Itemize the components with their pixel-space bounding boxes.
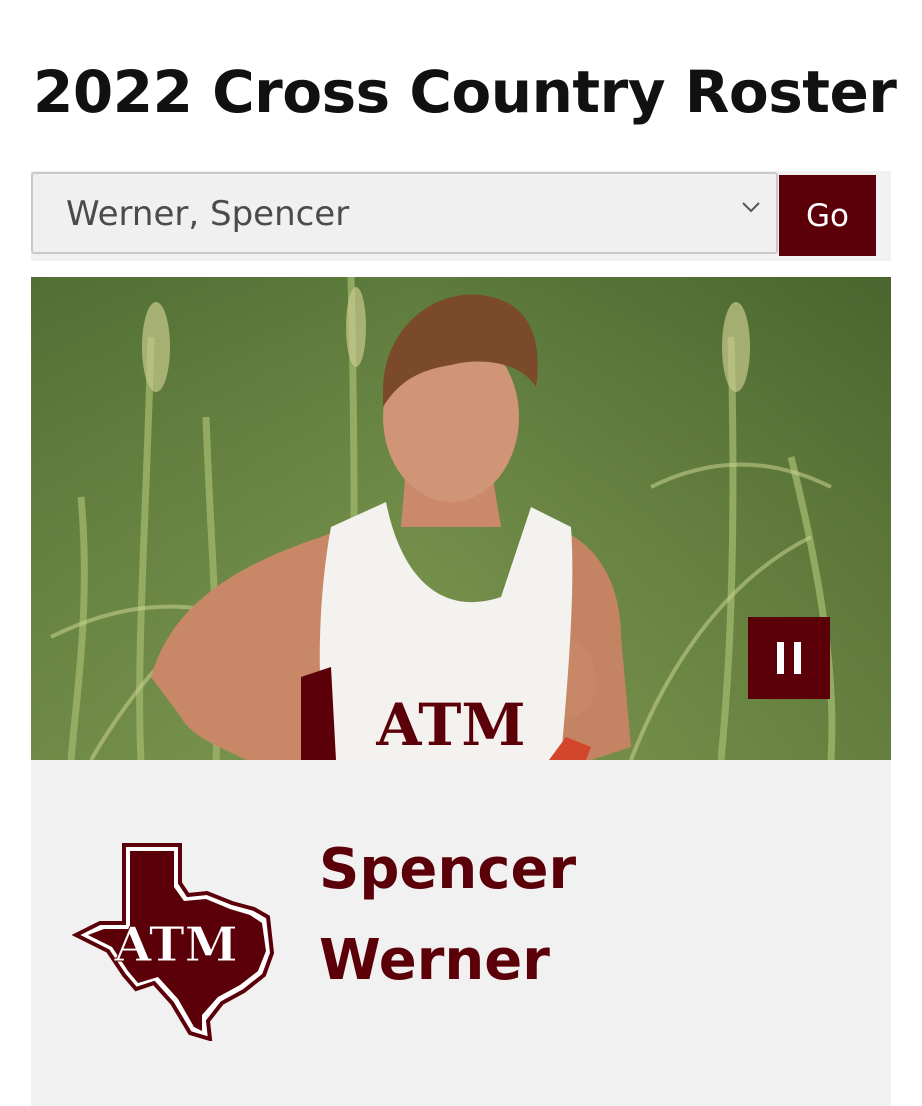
roster-select-value: Werner, Spencer <box>66 194 350 234</box>
go-button[interactable]: Go <box>779 175 876 256</box>
roster-select[interactable]: Werner, Spencer <box>31 172 778 254</box>
player-last-name: Werner <box>319 928 550 993</box>
carousel-pause-button[interactable] <box>748 617 830 699</box>
svg-text:ATM: ATM <box>113 917 237 973</box>
svg-text:ATM: ATM <box>375 691 525 759</box>
player-first-name: Spencer <box>319 837 577 902</box>
roster-page: 2022 Cross Country Roster Werner, Spence… <box>0 0 922 1106</box>
atm-texas-logo: ATM <box>72 843 275 1041</box>
pause-icon <box>777 642 784 674</box>
page-title: 2022 Cross Country Roster <box>33 58 897 126</box>
chevron-down-icon <box>742 202 760 213</box>
